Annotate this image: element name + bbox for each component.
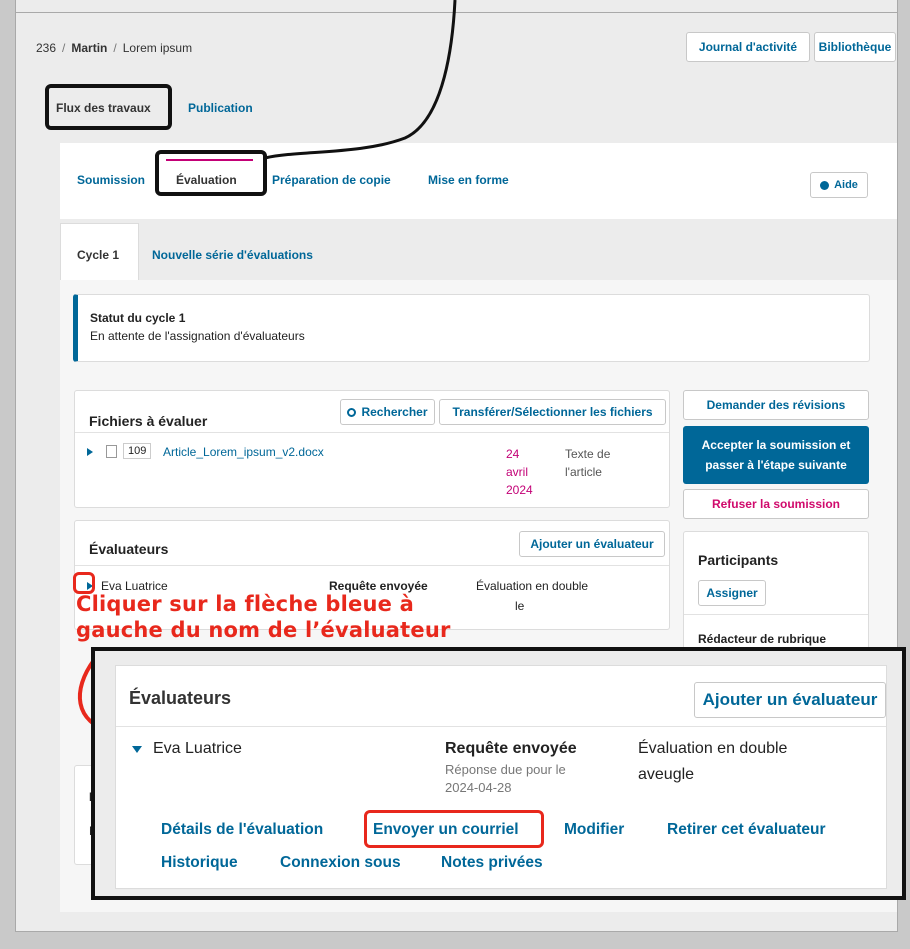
zoom-reviewers-title: Évaluateurs bbox=[129, 688, 232, 708]
zoom-add-reviewer-button[interactable]: Ajouter un évaluateur bbox=[694, 682, 886, 718]
send-email-link[interactable]: Envoyer un courriel bbox=[373, 821, 519, 839]
zoom-review-method-2: aveugle bbox=[638, 766, 695, 783]
divider bbox=[116, 726, 886, 727]
private-notes-link[interactable]: Notes privées bbox=[441, 854, 543, 872]
zoom-due-label: Réponse due pour le bbox=[445, 762, 566, 777]
zoom-reviewer-status: Requête envoyée bbox=[445, 740, 577, 757]
zoom-review-method: Évaluation en double bbox=[638, 740, 788, 757]
collapse-reviewer-icon[interactable] bbox=[132, 746, 142, 753]
zoom-due-date: 2024-04-28 bbox=[445, 780, 512, 795]
connector-line bbox=[264, 0, 457, 160]
reviewers-zoom-card: Évaluateurs Ajouter un évaluateur Eva Lu… bbox=[115, 665, 887, 889]
zoom-reviewer-name: Eva Luatrice bbox=[153, 740, 242, 757]
remove-reviewer-link[interactable]: Retirer cet évaluateur bbox=[667, 821, 826, 839]
zoom-inset: Évaluateurs Ajouter un évaluateur Eva Lu… bbox=[91, 647, 906, 900]
login-as-link[interactable]: Connexion sous bbox=[280, 854, 401, 872]
history-link[interactable]: Historique bbox=[161, 854, 238, 872]
review-details-link[interactable]: Détails de l'évaluation bbox=[161, 821, 323, 839]
edit-reviewer-link[interactable]: Modifier bbox=[564, 821, 624, 839]
